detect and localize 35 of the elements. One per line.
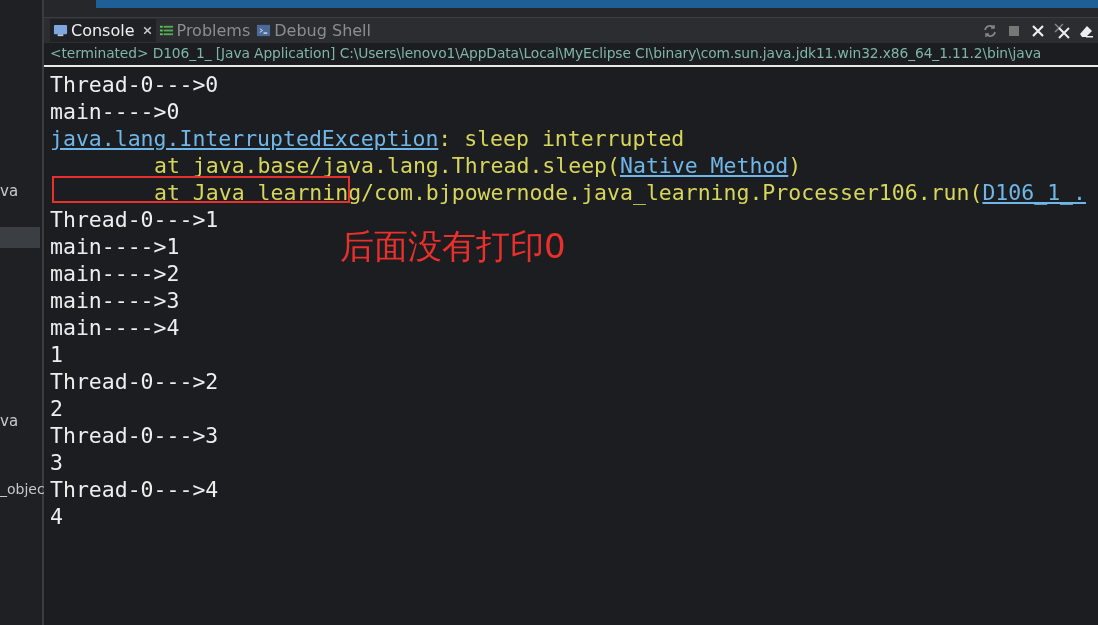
source-link[interactable]: Native Method bbox=[620, 153, 789, 178]
console-text: Thread-0--->4 bbox=[50, 477, 219, 502]
list-icon bbox=[158, 23, 174, 38]
console-text: Thread-0--->1 bbox=[50, 207, 219, 232]
console-text: 2 bbox=[50, 396, 63, 421]
annotation-text: 后面没有打印0 bbox=[340, 225, 566, 268]
terminal-icon bbox=[256, 23, 272, 38]
sidebar-item[interactable]: _objec bbox=[0, 481, 45, 497]
close-all-icon[interactable] bbox=[1054, 22, 1070, 39]
console-text: main---->0 bbox=[50, 99, 180, 124]
console-text: 1 bbox=[50, 342, 63, 367]
close-icon[interactable] bbox=[141, 25, 153, 36]
console-text: at java.base/java.lang.Thread.sleep( bbox=[154, 153, 620, 178]
source-link[interactable]: java.lang.InterruptedException bbox=[50, 126, 439, 151]
console-text: Thread-0--->2 bbox=[50, 369, 219, 394]
refresh-icon[interactable] bbox=[982, 22, 998, 39]
close-icon[interactable] bbox=[1030, 22, 1046, 39]
source-link[interactable]: D106_1_. bbox=[982, 180, 1086, 205]
console-text: Thread-0--->3 bbox=[50, 423, 219, 448]
view-tab[interactable]: Console bbox=[50, 19, 156, 42]
console-text: 3 bbox=[50, 450, 63, 475]
monitor-icon bbox=[53, 23, 68, 38]
console-text: main---->3 bbox=[50, 288, 180, 313]
process-status: <terminated> D106_1_ [Java Application] C:\Users\lenovo1\AppData\Local\MyEclipse CI\binary\com.sun.java.jdk11.win32.x86_64_1.11.2\bin\java bbox=[44, 43, 1098, 67]
console-text: main---->4 bbox=[50, 315, 180, 340]
sidebar-item[interactable]: va bbox=[0, 182, 19, 200]
console-text: 4 bbox=[50, 504, 63, 529]
console-text: Thread-0--->0 bbox=[50, 72, 219, 97]
sidebar-item[interactable]: va bbox=[0, 412, 19, 430]
view-tab[interactable]: Debug Shell bbox=[253, 19, 374, 42]
console-text: main---->1 bbox=[50, 234, 180, 259]
console-text: : sleep interrupted bbox=[438, 126, 685, 151]
console-text: ) bbox=[788, 153, 802, 178]
console-text: main---->2 bbox=[50, 261, 180, 286]
view-tab[interactable]: Problems bbox=[155, 19, 254, 42]
